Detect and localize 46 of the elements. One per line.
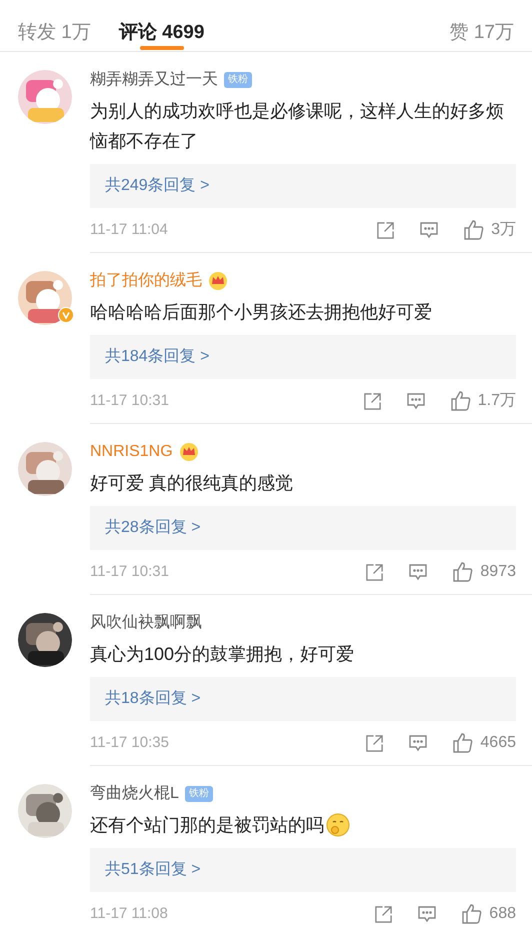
comment-time: 11-17 10:31 — [90, 562, 169, 582]
user-name[interactable]: 糊弄糊弄又过一天 — [90, 68, 218, 92]
replies-link[interactable]: 共18条回复 > — [90, 677, 516, 721]
like-button[interactable]: 1.7万 — [450, 389, 516, 413]
like-button[interactable]: 688 — [461, 902, 516, 926]
comment-time: 11-17 11:08 — [90, 904, 168, 924]
replies-link[interactable]: 共51条回复 > — [90, 848, 516, 892]
replies-link[interactable]: 共28条回复 > — [90, 506, 516, 550]
comment-icon[interactable] — [417, 904, 438, 924]
tab[interactable]: 赞 17万 — [450, 0, 514, 52]
thumbs-up-icon — [450, 390, 472, 412]
thumbs-up-icon — [463, 219, 486, 241]
share-icon[interactable] — [376, 220, 396, 240]
tab-underline — [140, 46, 184, 50]
user-name[interactable]: 拍了拍你的绒毛 — [90, 269, 202, 293]
comment-text: 哈哈哈哈后面那个小男孩还去拥抱他好可爱 — [90, 301, 432, 324]
replies-link[interactable]: 共184条回复 > — [90, 335, 516, 379]
like-button[interactable]: 4665 — [452, 731, 516, 755]
tab[interactable]: 评论 4699 — [118, 0, 204, 52]
thumbs-up-icon — [461, 903, 484, 925]
user-name[interactable]: NNRIS1NG — [90, 440, 173, 464]
comment-icon[interactable] — [419, 220, 440, 240]
replies-link[interactable]: 共249条回复 > — [90, 164, 516, 208]
like-button[interactable]: 8973 — [452, 560, 516, 584]
fan-badge: 铁粉 — [224, 72, 252, 88]
comment-time: 11-17 10:31 — [90, 390, 169, 411]
user-name[interactable]: 弯曲烧火棍L — [90, 782, 179, 806]
fan-badge: 铁粉 — [184, 786, 213, 802]
share-icon[interactable] — [374, 904, 394, 924]
comment-text: 好可爱 真的很纯真的感觉 — [90, 472, 294, 495]
thumbs-up-icon — [452, 561, 474, 583]
comment-text: 还有个站门那的是被罚站的吗 — [90, 814, 324, 837]
comment-time: 11-17 10:35 — [90, 732, 169, 753]
like-button[interactable]: 3万 — [463, 218, 516, 242]
comment-text: 真心为100分的鼓掌拥抱，好可爱 — [90, 643, 354, 666]
comment-time: 11-17 11:04 — [90, 220, 168, 240]
thumbs-up-icon — [452, 732, 474, 754]
share-icon[interactable] — [362, 392, 382, 410]
share-icon[interactable] — [365, 562, 384, 582]
tab[interactable]: 转发 1万 — [18, 0, 91, 52]
share-icon[interactable] — [365, 734, 384, 752]
user-name[interactable]: 风吹仙袂飘啊飘 — [90, 611, 202, 635]
comment-icon[interactable] — [406, 391, 426, 411]
comment-icon[interactable] — [408, 733, 428, 753]
comment-text: 为别人的成功欢呼也是必修课呢，这样人生的好多烦恼都不存在了 — [90, 100, 505, 153]
comment-icon[interactable] — [408, 562, 428, 582]
